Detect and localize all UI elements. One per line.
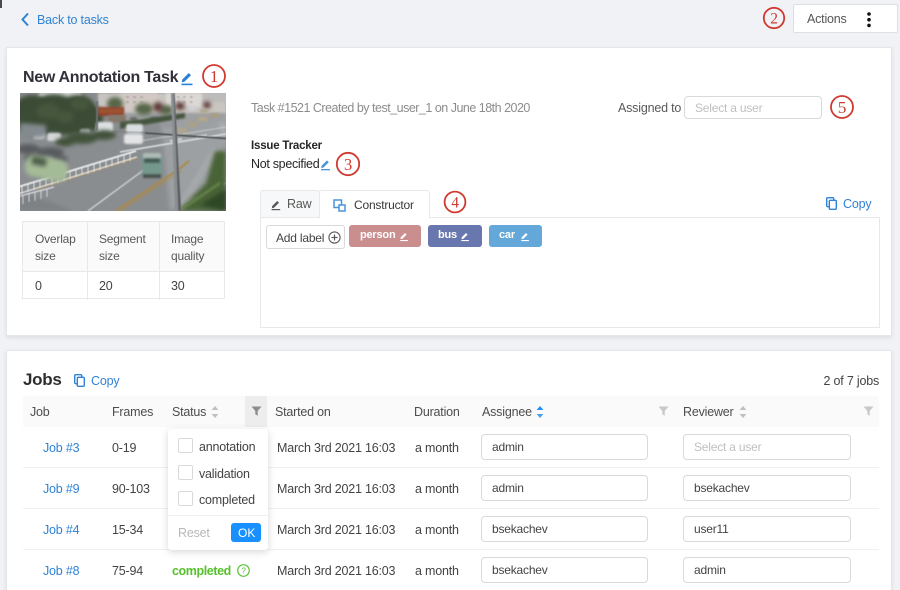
svg-text:3: 3	[344, 155, 352, 174]
svg-text:5: 5	[838, 98, 846, 117]
svg-text:4: 4	[451, 195, 459, 212]
svg-text:2: 2	[770, 11, 778, 28]
svg-text:?: ?	[241, 566, 246, 576]
svg-text:1: 1	[210, 67, 218, 86]
